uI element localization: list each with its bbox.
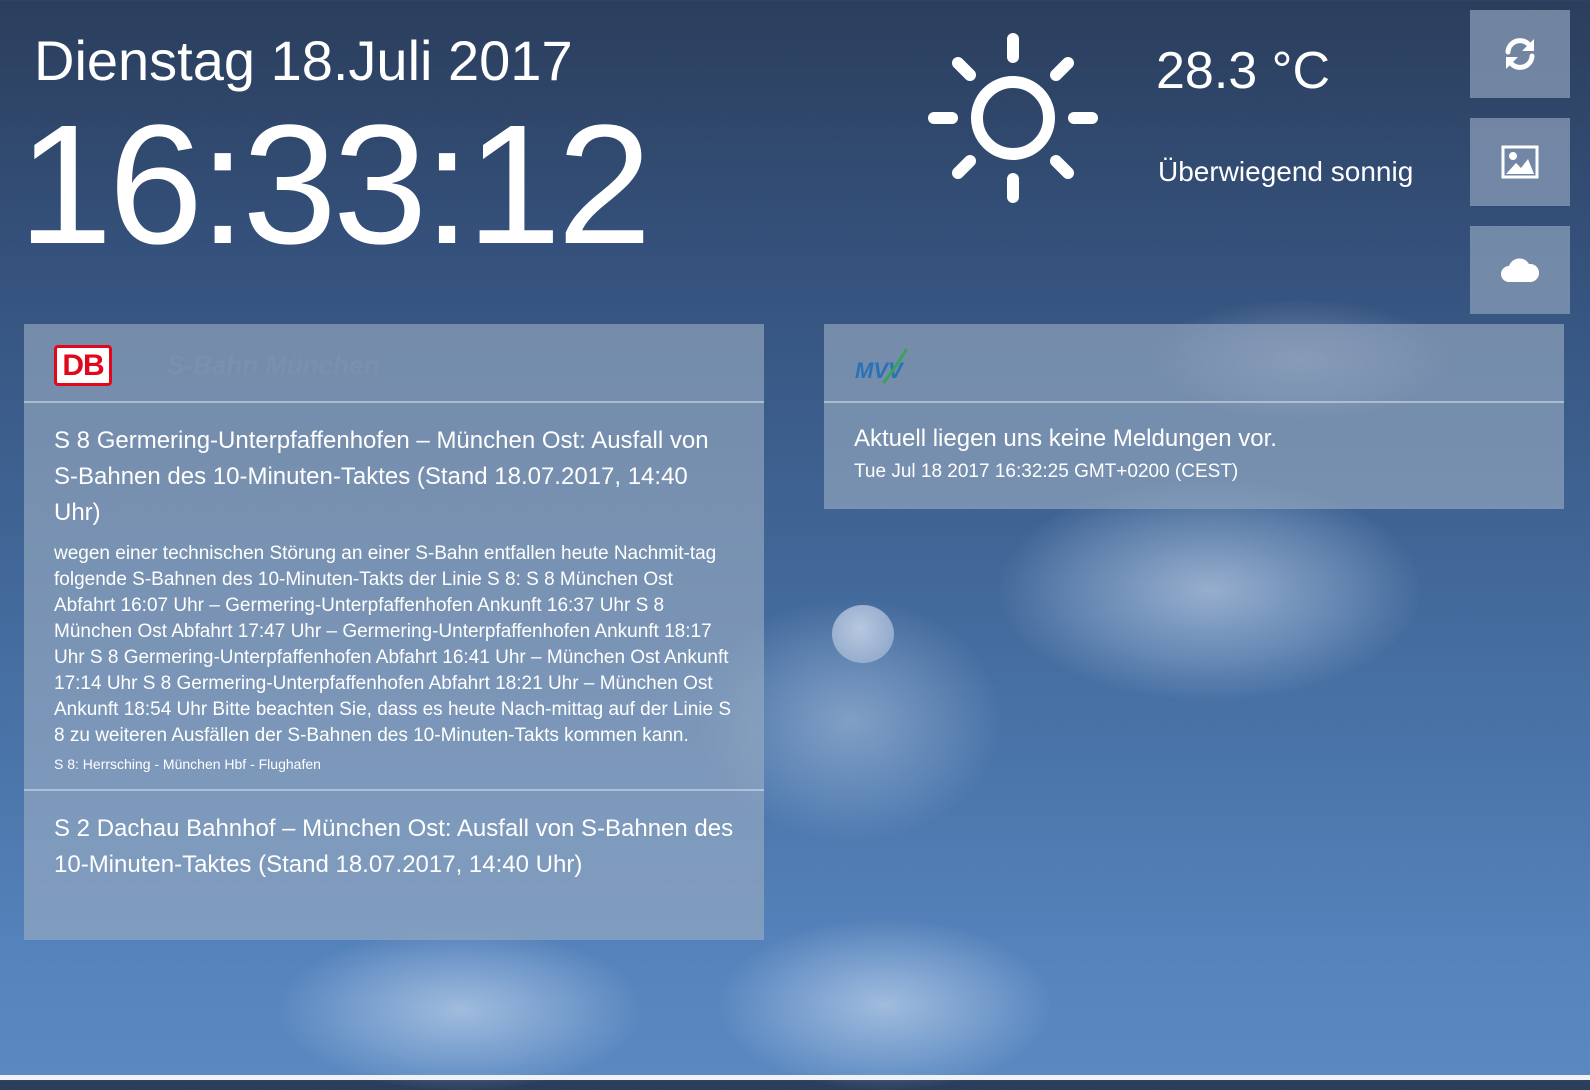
refresh-icon	[1505, 38, 1535, 70]
sbahn-service-name: S-Bahn München	[167, 350, 380, 380]
background-cloud	[720, 920, 1050, 1090]
db-logo: DB	[54, 345, 112, 386]
message-title: S 8 Germering-Unterpfaffenhofen – Münche…	[54, 427, 709, 526]
message-body: wegen einer technischen Störung an einer…	[54, 543, 732, 746]
disruption-message[interactable]: S 2 Dachau Bahnhof – München Ost: Ausfal…	[24, 791, 764, 899]
mvv-logo: MVV	[855, 348, 908, 384]
image-icon	[1501, 145, 1539, 179]
mvv-panel: MVV Aktuell liegen uns keine Meldungen v…	[824, 324, 1564, 509]
message-title: S 2 Dachau Bahnhof – München Ost: Ausfal…	[54, 815, 734, 878]
mvv-timestamp: Tue Jul 18 2017 16:32:25 GMT+0200 (CEST)	[854, 461, 1239, 482]
mvv-message: Aktuell liegen uns keine Meldungen vor.	[854, 425, 1277, 452]
background-cloud	[1000, 480, 1420, 700]
bottom-strip	[0, 1075, 1590, 1080]
mvv-message-block: Aktuell liegen uns keine Meldungen vor. …	[824, 403, 1564, 508]
db-sbahn-panel: DB S-Bahn München S 8 Germering-Unterpfa…	[24, 324, 764, 940]
message-line: S 8: Herrsching - München Hbf - Flughafe…	[54, 756, 321, 772]
temperature: 28.3 °C	[1156, 42, 1331, 100]
background-cloud	[280, 930, 640, 1090]
refresh-button[interactable]	[1470, 10, 1570, 98]
cloud-icon	[1501, 258, 1540, 282]
mvv-panel-header: MVV	[824, 324, 1564, 403]
sun-icon	[928, 33, 1098, 203]
current-time: 16:33:12	[18, 90, 652, 280]
image-button[interactable]	[1470, 118, 1570, 206]
db-panel-header: DB S-Bahn München	[24, 324, 764, 403]
current-date: Dienstag 18.Juli 2017	[34, 29, 573, 92]
disruption-message[interactable]: S 8 Germering-Unterpfaffenhofen – Münche…	[24, 403, 764, 791]
weather-condition: Überwiegend sonnig	[1158, 156, 1414, 187]
cloud-button[interactable]	[1470, 226, 1570, 314]
moon-image	[832, 605, 894, 663]
